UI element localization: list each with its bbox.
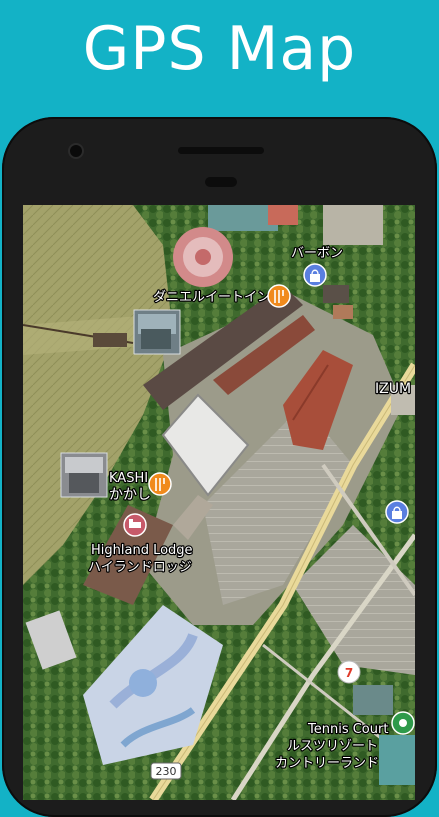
- proximity-sensor: [205, 177, 237, 187]
- earpiece-speaker: [178, 147, 264, 154]
- photo-thumbnail-2[interactable]: [60, 452, 108, 498]
- map-view[interactable]: ダニエルイートイン バーボン KASHI かかし Highland Lodge …: [23, 205, 415, 800]
- izumi-label: IZUM: [375, 381, 411, 397]
- shopping-bag-icon: [310, 274, 320, 282]
- hotel-marker[interactable]: [123, 513, 147, 537]
- restaurant-marker[interactable]: [267, 284, 291, 308]
- courts-north: [208, 205, 278, 231]
- photo-thumbnail-1[interactable]: [133, 309, 181, 355]
- tennis-court-block: [353, 685, 393, 715]
- shop-label: バーボン: [291, 246, 343, 261]
- lift-station: [93, 333, 127, 347]
- building-northeast: [323, 205, 383, 245]
- convenience-store-marker[interactable]: 7: [337, 660, 361, 684]
- satellite-map[interactable]: ダニエルイートイン バーボン KASHI かかし Highland Lodge …: [23, 205, 415, 800]
- kashi-label-jp: かかし: [109, 487, 151, 503]
- kashi-restaurant-marker[interactable]: [148, 472, 172, 496]
- pool-round: [129, 669, 157, 697]
- shopping-bag-icon-2: [392, 511, 402, 519]
- tree-icon: [399, 719, 407, 727]
- front-camera: [70, 145, 82, 157]
- lodge-label-jp: ハイランドロッジ: [88, 560, 192, 575]
- small-roof-1: [323, 285, 349, 303]
- court-red: [268, 205, 298, 225]
- tennis-label-jp2: カントリーランド: [275, 756, 379, 771]
- park-marker[interactable]: [391, 711, 415, 735]
- tennis-label-jp1: ルスツリゾート: [287, 739, 378, 754]
- izumi-shop-marker[interactable]: [385, 500, 409, 524]
- route-number: 230: [156, 765, 177, 778]
- round-plaza-center: [195, 249, 211, 265]
- kashi-label-en: KASHI: [109, 471, 148, 486]
- lodge-label-en: Highland Lodge: [91, 543, 193, 558]
- tennis-label-en: Tennis Court: [307, 722, 388, 737]
- tennis-court-green: [379, 735, 415, 785]
- route-shield: 230: [150, 762, 182, 780]
- shop-marker[interactable]: [303, 263, 327, 287]
- restaurant-label: ダニエルイートイン: [153, 290, 270, 305]
- small-roof-2: [333, 305, 353, 319]
- promo-title: GPS Map: [82, 14, 357, 84]
- seven-eleven-icon: 7: [345, 666, 353, 680]
